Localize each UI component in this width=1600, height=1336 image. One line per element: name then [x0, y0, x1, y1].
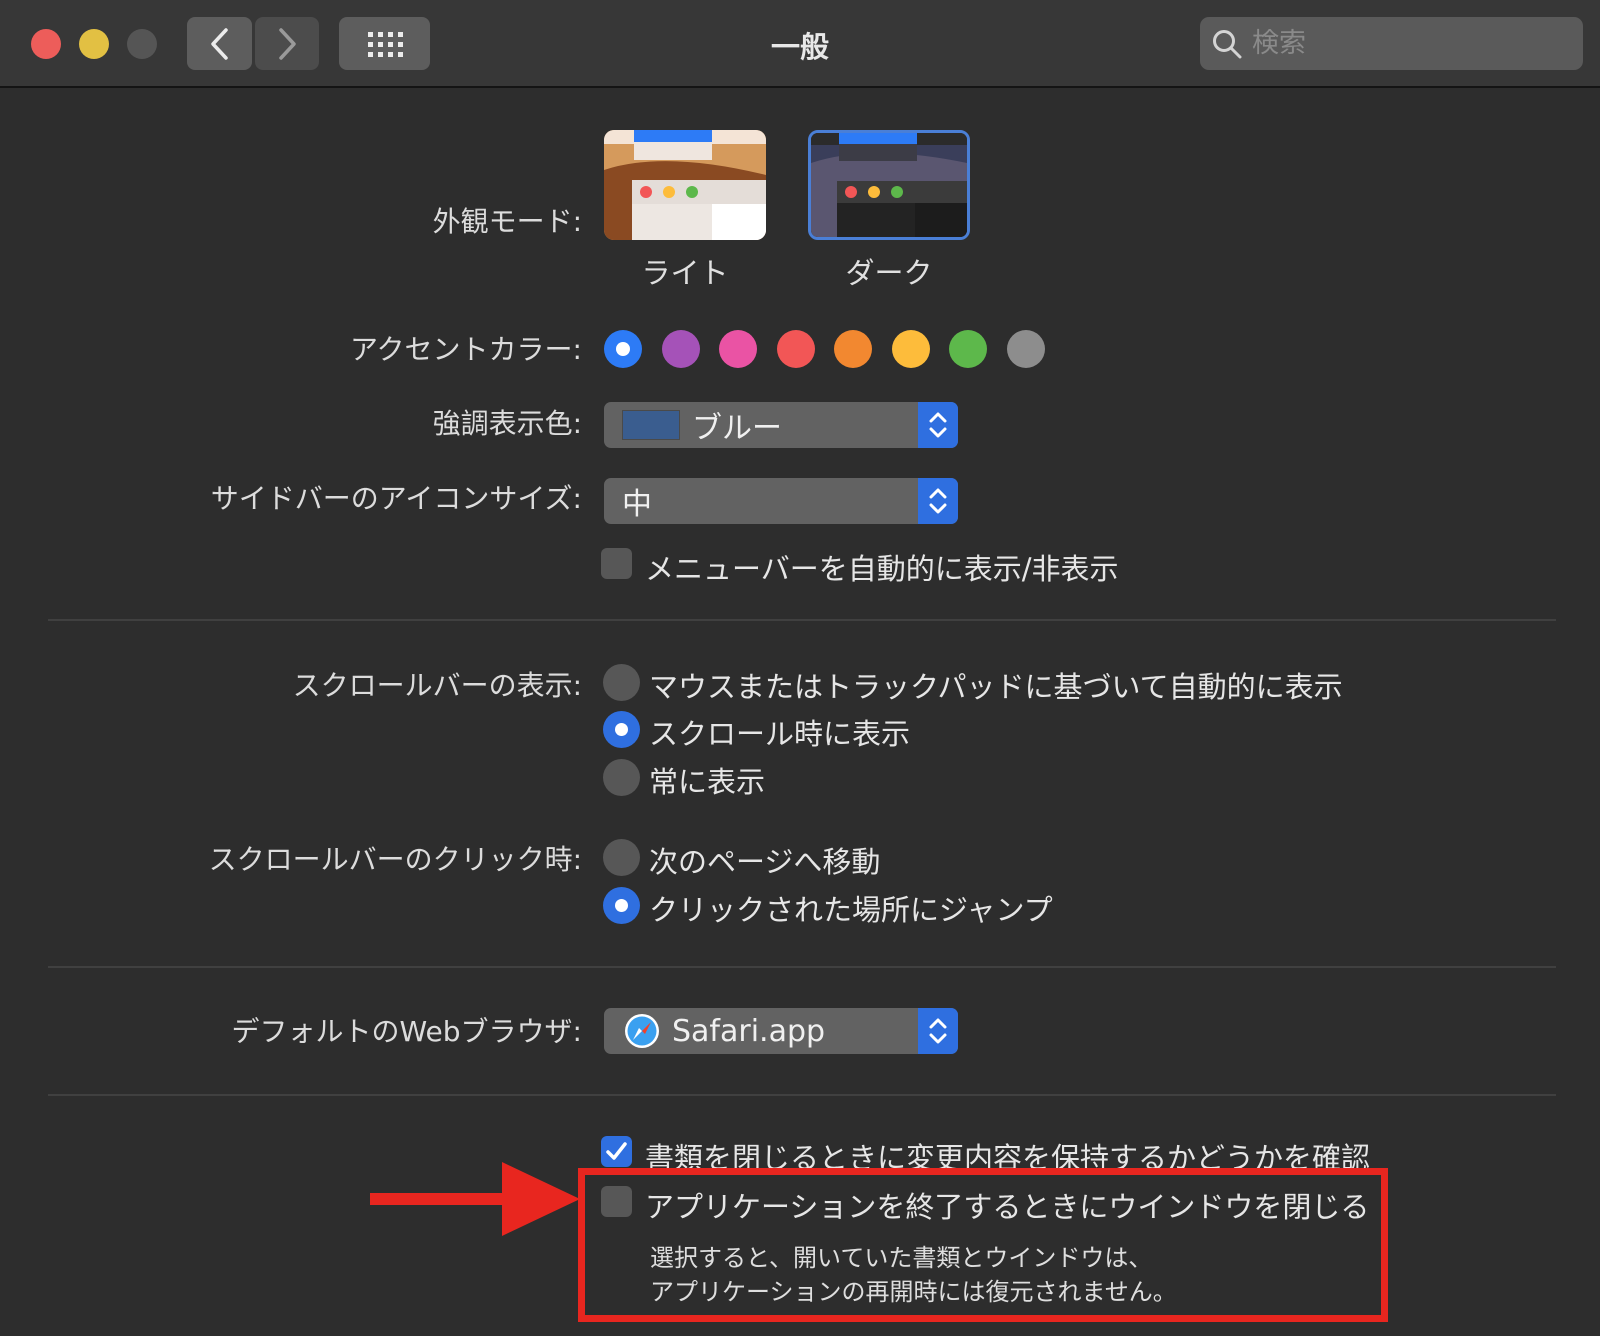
highlight-color-swatch [622, 410, 680, 440]
title-bar: 一般 [0, 0, 1600, 88]
appearance-dark-label[interactable]: ダーク [808, 250, 970, 292]
accent-color-swatch[interactable] [1006, 330, 1045, 368]
appearance-light-label[interactable]: ライト [604, 250, 766, 292]
dark-mode-preview-icon [811, 133, 967, 237]
accent-color-swatch[interactable] [776, 330, 815, 368]
separator [48, 1094, 1556, 1096]
light-mode-preview-icon [604, 130, 766, 240]
click-jump-radio[interactable] [603, 887, 640, 924]
separator [48, 966, 1556, 968]
accent-color-swatch[interactable] [604, 330, 642, 368]
scrollbar-always-label[interactable]: 常に表示 [649, 759, 765, 801]
annotation-arrow-icon [370, 1162, 580, 1236]
scrollbar-when-scrolling-label[interactable]: スクロール時に表示 [649, 711, 910, 753]
menubar-autohide-checkbox[interactable] [601, 548, 632, 579]
accent-color-swatch[interactable] [949, 330, 987, 368]
popup-arrows-icon [918, 478, 958, 524]
menubar-autohide-label[interactable]: メニューバーを自動的に表示/非表示 [645, 546, 1118, 588]
scrollbar-always-radio[interactable] [603, 759, 640, 796]
safari-icon [625, 1014, 659, 1048]
sidebar-icon-size-label: サイドバーのアイコンサイズ: [210, 482, 582, 515]
appearance-light-thumbnail[interactable] [604, 130, 766, 240]
click-jump-label[interactable]: クリックされた場所にジャンプ [649, 887, 1053, 929]
annotation-highlight-box [578, 1168, 1388, 1322]
accent-color-swatch[interactable] [661, 330, 700, 368]
highlight-color-label: 強調表示色: [432, 407, 582, 440]
popup-arrows-icon [918, 1008, 958, 1054]
click-next-page-radio[interactable] [603, 839, 640, 876]
accent-color-swatch[interactable] [719, 330, 757, 368]
scrollbar-click-label: スクロールバーのクリック時: [208, 843, 582, 876]
sidebar-icon-size-value: 中 [622, 487, 652, 522]
highlight-color-popup[interactable]: ブルー [604, 402, 958, 448]
search-icon [1213, 29, 1242, 58]
checkmark-icon [606, 1142, 627, 1160]
popup-arrows-icon [918, 402, 958, 448]
search-field[interactable] [1200, 17, 1583, 70]
default-browser-value: Safari.app [672, 1013, 826, 1049]
appearance-label: 外観モード: [432, 205, 582, 238]
default-browser-popup[interactable]: Safari.app [604, 1008, 958, 1054]
default-browser-label: デフォルトのWebブラウザ: [231, 1015, 582, 1048]
scrollbar-auto-radio[interactable] [603, 664, 640, 701]
scrollbar-display-label: スクロールバーの表示: [292, 669, 582, 702]
appearance-dark-thumbnail[interactable] [808, 130, 970, 240]
separator [48, 619, 1556, 621]
sidebar-icon-size-popup[interactable]: 中 [604, 478, 958, 524]
accent-color-swatch[interactable] [834, 330, 872, 368]
search-input[interactable] [1252, 28, 1552, 59]
accent-color-swatch[interactable] [891, 330, 930, 368]
scrollbar-when-scrolling-radio[interactable] [603, 711, 640, 748]
ask-keep-changes-checkbox[interactable] [601, 1136, 632, 1167]
highlight-color-value: ブルー [692, 411, 782, 446]
accent-color-label: アクセントカラー: [349, 333, 582, 366]
click-next-page-label[interactable]: 次のページへ移動 [649, 839, 880, 881]
scrollbar-auto-label[interactable]: マウスまたはトラックパッドに基づいて自動的に表示 [649, 664, 1343, 706]
